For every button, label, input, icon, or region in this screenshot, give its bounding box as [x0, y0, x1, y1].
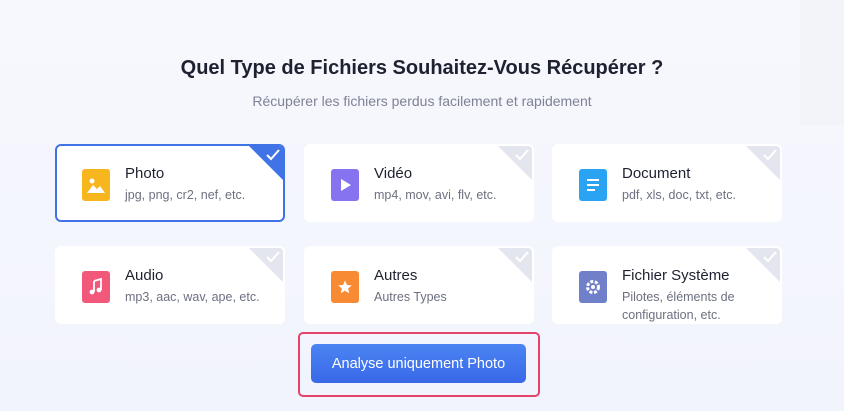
checkmark-icon	[266, 251, 280, 263]
checkmark-icon	[515, 251, 529, 263]
card-label: Document	[622, 165, 691, 182]
check-corner	[498, 248, 532, 282]
checkmark-icon	[763, 251, 777, 263]
page-title: Quel Type de Fichiers Souhaitez-Vous Réc…	[180, 57, 664, 79]
scan-photo-button[interactable]: Analyse uniquement Photo	[311, 344, 526, 383]
file-type-card-other[interactable]: Autres Autres Types	[304, 246, 534, 324]
page-subtitle: Récupérer les fichiers perdus facilement…	[252, 93, 592, 109]
card-description: mp3, aac, wav, ape, etc.	[125, 290, 260, 304]
check-corner	[746, 146, 780, 180]
checkmark-icon	[763, 149, 777, 161]
card-label: Vidéo	[374, 165, 413, 182]
check-corner	[249, 248, 283, 282]
file-type-card-photo[interactable]: Photo jpg, png, cr2, nef, etc.	[55, 144, 285, 222]
music-note-icon	[82, 271, 110, 303]
card-label: Photo	[125, 165, 165, 182]
file-type-card-audio[interactable]: Audio mp3, aac, wav, ape, etc.	[55, 246, 285, 324]
card-description: Pilotes, éléments de configuration, etc.	[622, 290, 735, 322]
file-type-card-video[interactable]: Vidéo mp4, mov, avi, flv, etc.	[304, 144, 534, 222]
document-icon	[579, 169, 607, 201]
image-icon	[82, 169, 110, 201]
check-corner	[498, 146, 532, 180]
check-corner	[746, 248, 780, 282]
card-description: mp4, mov, avi, flv, etc.	[374, 188, 497, 202]
file-type-card-document[interactable]: Document pdf, xls, doc, txt, etc.	[552, 144, 782, 222]
card-label: Fichier Système	[622, 267, 730, 284]
card-label: Audio	[125, 267, 164, 284]
gear-icon	[579, 271, 607, 303]
file-type-card-system[interactable]: Fichier Système Pilotes, éléments de con…	[552, 246, 782, 324]
card-description: Autres Types	[374, 290, 447, 304]
card-description: pdf, xls, doc, txt, etc.	[622, 188, 736, 202]
star-icon	[331, 271, 359, 303]
play-icon	[331, 169, 359, 201]
checkmark-icon	[266, 149, 280, 161]
card-description: jpg, png, cr2, nef, etc.	[125, 188, 246, 202]
card-label: Autres	[374, 267, 418, 284]
checkmark-icon	[515, 149, 529, 161]
check-corner	[249, 146, 283, 180]
